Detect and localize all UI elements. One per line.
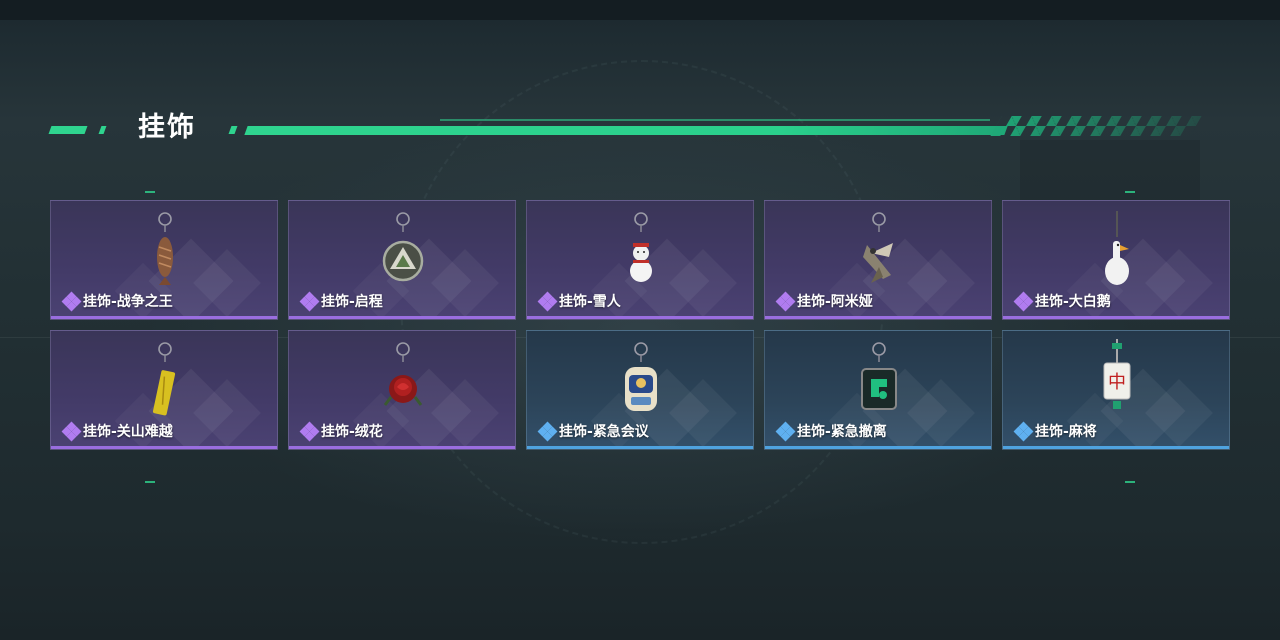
charm-label-row: 挂饰-启程 [299,291,383,312]
rarity-diamond-icon [61,421,82,442]
charm-card-8[interactable]: 挂饰-紧急会议 [526,330,754,450]
mahjong-tile-charm-icon: 中 [1103,339,1131,409]
charm-name: 挂饰-阿米娅 [797,294,873,310]
rarity-bar [289,316,515,319]
rarity-bar [289,446,515,449]
charm-name: 挂饰-启程 [321,294,383,310]
header-accent-line [440,119,990,121]
corner-tick [1125,481,1135,483]
fish-charm-icon [157,212,173,285]
rarity-diamond-icon [537,291,558,312]
charm-card-5[interactable]: 挂饰-大白鹅 [1002,200,1230,320]
rarity-bar [1003,446,1229,449]
charm-grid: 挂饰-战争之王 挂饰-启程 挂饰-雪人 挂饰-阿米娅 挂饰-大白鹅 挂饰-关山难… [50,200,1230,450]
rarity-bar [765,446,991,449]
charm-card-9[interactable]: 挂饰-紧急撤离 [764,330,992,450]
rarity-diamond-icon [775,421,796,442]
rarity-bar [527,446,753,449]
charm-name: 挂饰-战争之王 [83,294,173,310]
charm-label-row: 挂饰-战争之王 [61,291,173,312]
meeting-badge-charm-icon [625,342,657,411]
rarity-diamond-icon [1013,291,1034,312]
charm-name: 挂饰-绒花 [321,424,383,440]
rarity-diamond-icon [1013,421,1034,442]
rarity-bar [51,446,277,449]
header-checker-pattern [990,116,1202,136]
charm-label-row: 挂饰-麻将 [1013,421,1097,442]
svg-text:中: 中 [1108,372,1126,393]
charm-label-row: 挂饰-阿米娅 [775,291,873,312]
rarity-diamond-icon [299,421,320,442]
rarity-bar [51,316,277,319]
corner-tick [145,191,155,193]
rarity-diamond-icon [537,421,558,442]
charm-card-7[interactable]: 挂饰-绒花 [288,330,516,450]
charm-name: 挂饰-紧急撤离 [797,424,887,440]
header-accent-dash [48,126,88,134]
charm-card-1[interactable]: 挂饰-战争之王 [50,200,278,320]
rarity-bar [527,316,753,319]
charm-label-row: 挂饰-关山难越 [61,421,173,442]
charm-name: 挂饰-麻将 [1035,424,1097,440]
rarity-diamond-icon [61,291,82,312]
header-accent-bar [244,126,1008,135]
charm-label-row: 挂饰-绒花 [299,421,383,442]
header-accent-dash [228,126,238,134]
section-header: 挂饰 [0,110,1280,150]
charm-label-row: 挂饰-紧急会议 [537,421,649,442]
green-cube-charm-icon [861,342,897,410]
rarity-bar [765,316,991,319]
red-rose-charm-icon [383,342,423,406]
page-title: 挂饰 [138,112,196,143]
rarity-diamond-icon [299,291,320,312]
header-accent-dash [98,126,107,134]
rarity-diamond-icon [775,291,796,312]
charm-name: 挂饰-紧急会议 [559,424,649,440]
rarity-bar [1003,316,1229,319]
top-strip [0,0,1280,20]
charm-name: 挂饰-大白鹅 [1035,294,1111,310]
corner-tick [145,481,155,483]
charm-card-6[interactable]: 挂饰-关山难越 [50,330,278,450]
charm-label-row: 挂饰-雪人 [537,291,621,312]
charm-label-row: 挂饰-大白鹅 [1013,291,1111,312]
bird-charm-icon [863,212,893,283]
charm-name: 挂饰-关山难越 [83,424,173,440]
charm-card-4[interactable]: 挂饰-阿米娅 [764,200,992,320]
triangle-medallion-charm-icon [382,212,424,282]
gold-bar-charm-icon [152,342,176,416]
white-goose-charm-icon [1105,211,1129,285]
corner-tick [1125,191,1135,193]
charm-card-10[interactable]: 中 挂饰-麻将 [1002,330,1230,450]
charm-card-3[interactable]: 挂饰-雪人 [526,200,754,320]
snowman-charm-icon [630,212,652,282]
charm-name: 挂饰-雪人 [559,294,621,310]
charm-card-2[interactable]: 挂饰-启程 [288,200,516,320]
charm-label-row: 挂饰-紧急撤离 [775,421,887,442]
